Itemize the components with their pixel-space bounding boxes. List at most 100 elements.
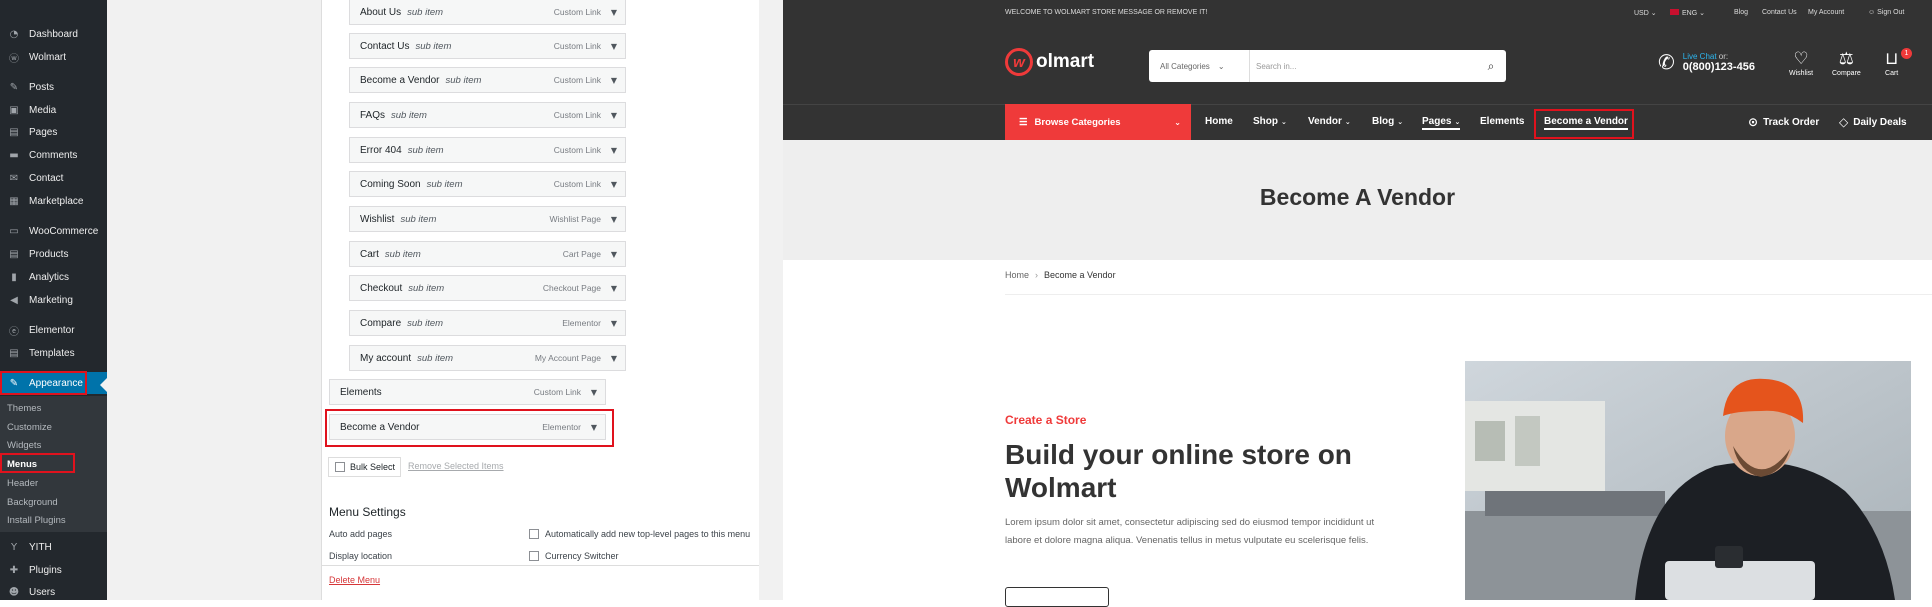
- submenu-install-plugins[interactable]: Install Plugins: [7, 515, 66, 526]
- analytics-icon: ▮: [11, 271, 17, 283]
- menu-item[interactable]: About Us sub item Custom Link ▼: [349, 0, 626, 25]
- sidebar-item-dashboard[interactable]: ◔ Dashboard: [0, 24, 107, 44]
- delete-menu-link[interactable]: Delete Menu: [329, 575, 380, 585]
- submenu-header[interactable]: Header: [7, 478, 38, 489]
- menu-item[interactable]: Coming Soon sub item Custom Link ▼: [349, 171, 626, 197]
- compare-button[interactable]: ⚖ Compare: [1832, 50, 1861, 77]
- menu-item-become-vendor[interactable]: Become a Vendor Elementor ▼: [329, 414, 606, 440]
- sidebar-item-comments[interactable]: ▬ Comments: [0, 145, 107, 165]
- chevron-down-icon[interactable]: ▼: [611, 215, 617, 224]
- nav-blog[interactable]: Blog ⌄: [1372, 116, 1403, 127]
- browse-categories-button[interactable]: ☰ Browse Categories ⌄: [1005, 104, 1191, 140]
- store-logo[interactable]: w olmart: [1005, 48, 1094, 76]
- cart-count-badge: 1: [1901, 48, 1912, 59]
- sidebar-item-elementor[interactable]: ⓔ Elementor: [0, 320, 107, 340]
- location-pin-icon: ⊙: [1748, 115, 1759, 129]
- menu-item[interactable]: FAQs sub item Custom Link ▼: [349, 102, 626, 128]
- brush-icon: ✎: [9, 377, 19, 389]
- bulk-select-checkbox[interactable]: [335, 462, 345, 472]
- topbar-contact-link[interactable]: Contact Us: [1762, 9, 1797, 16]
- wishlist-button[interactable]: ♡ Wishlist: [1789, 50, 1813, 77]
- currency-switcher-option[interactable]: Currency Switcher: [529, 551, 619, 561]
- nav-home[interactable]: Home: [1205, 116, 1233, 127]
- chevron-down-icon[interactable]: ▼: [611, 319, 617, 328]
- auto-add-checkbox[interactable]: [529, 529, 539, 539]
- auto-add-option[interactable]: Automatically add new top-level pages to…: [529, 529, 750, 539]
- currency-switcher-checkbox[interactable]: [529, 551, 539, 561]
- chevron-down-icon[interactable]: ▼: [591, 423, 597, 432]
- sidebar-item-appearance[interactable]: ✎ Appearance: [0, 372, 107, 394]
- chevron-down-icon[interactable]: ▼: [611, 354, 617, 363]
- submenu-widgets[interactable]: Widgets: [7, 440, 41, 451]
- chevron-down-icon[interactable]: ▼: [591, 388, 597, 397]
- submenu-background[interactable]: Background: [7, 497, 58, 508]
- sidebar-item-contact[interactable]: ✉ Contact: [0, 168, 107, 188]
- chevron-down-icon: ⌄: [1397, 118, 1404, 126]
- menu-item[interactable]: Wishlist sub item Wishlist Page ▼: [349, 206, 626, 232]
- topbar-account-link[interactable]: My Account: [1808, 9, 1844, 16]
- submenu-customize[interactable]: Customize: [7, 422, 52, 433]
- sidebar-item-users[interactable]: ☻ Users: [0, 582, 107, 602]
- sidebar-item-pages[interactable]: ▤ Pages: [0, 122, 107, 142]
- chevron-down-icon[interactable]: ▼: [611, 42, 617, 51]
- menu-item[interactable]: My account sub item My Account Page ▼: [349, 345, 626, 371]
- nav-become-vendor[interactable]: Become a Vendor: [1544, 116, 1628, 130]
- chevron-down-icon: ⌄: [1344, 118, 1351, 126]
- breadcrumb-current: Become a Vendor: [1044, 270, 1116, 280]
- menu-item[interactable]: Checkout sub item Checkout Page ▼: [349, 275, 626, 301]
- topbar-blog-link[interactable]: Blog: [1734, 9, 1748, 16]
- menu-item[interactable]: Become a Vendor sub item Custom Link ▼: [349, 67, 626, 93]
- menu-item[interactable]: Cart sub item Cart Page ▼: [349, 241, 626, 267]
- menu-item[interactable]: Contact Us sub item Custom Link ▼: [349, 33, 626, 59]
- sidebar-item-products[interactable]: ▤ Products: [0, 244, 107, 264]
- sidebar-item-plugins[interactable]: ✚ Plugins: [0, 560, 107, 580]
- chevron-down-icon[interactable]: ▼: [611, 111, 617, 120]
- plugin-icon: ✚: [9, 564, 19, 576]
- section-paragraph: Lorem ipsum dolor sit amet, consectetur …: [1005, 517, 1375, 546]
- menu-item[interactable]: Elements Custom Link ▼: [329, 379, 606, 405]
- cart-button[interactable]: ⊔ Cart: [1885, 50, 1898, 77]
- cta-button[interactable]: [1005, 587, 1109, 607]
- search-input[interactable]: Search in...: [1250, 62, 1476, 71]
- remove-selected-link[interactable]: Remove Selected Items: [408, 461, 504, 471]
- sidebar-item-posts[interactable]: ✎ Posts: [0, 77, 107, 97]
- menu-item[interactable]: Compare sub item Elementor ▼: [349, 310, 626, 336]
- menu-item[interactable]: Error 404 sub item Custom Link ▼: [349, 137, 626, 163]
- sidebar-item-analytics[interactable]: ▮ Analytics: [0, 267, 107, 287]
- nav-shop[interactable]: Shop ⌄: [1253, 116, 1287, 127]
- sidebar-item-yith[interactable]: Y YITH: [0, 537, 107, 557]
- nav-vendor[interactable]: Vendor ⌄: [1308, 116, 1351, 127]
- sidebar-item-woocommerce[interactable]: ▭ WooCommerce: [0, 221, 107, 241]
- submenu-themes[interactable]: Themes: [7, 403, 41, 414]
- search-bar[interactable]: All Categories ⌄ Search in... ⌕: [1149, 50, 1506, 82]
- sidebar-item-templates[interactable]: ▤ Templates: [0, 343, 107, 363]
- chevron-down-icon[interactable]: ▼: [611, 76, 617, 85]
- chevron-down-icon[interactable]: ▼: [611, 180, 617, 189]
- search-icon[interactable]: ⌕: [1476, 59, 1506, 74]
- language-select[interactable]: ENG ⌄: [1670, 9, 1705, 17]
- chevron-down-icon[interactable]: ▼: [611, 284, 617, 293]
- signout-link[interactable]: ☺ Sign Out: [1868, 9, 1904, 16]
- chevron-down-icon[interactable]: ▼: [611, 146, 617, 155]
- sidebar-item-marketplace[interactable]: ▦ Marketplace: [0, 191, 107, 211]
- divider: [1005, 294, 1932, 295]
- section-headline: Build your online store on Wolmart: [1005, 439, 1352, 503]
- heart-icon: ♡: [1793, 49, 1809, 69]
- sidebar-item-wolmart[interactable]: ⓦ Wolmart: [0, 47, 107, 67]
- submenu-menus[interactable]: Menus: [7, 459, 37, 470]
- sidebar-item-marketing[interactable]: ◀ Marketing: [0, 290, 107, 310]
- daily-deals-link[interactable]: ◇ Daily Deals: [1839, 115, 1907, 129]
- track-order-link[interactable]: ⊙ Track Order: [1748, 115, 1819, 129]
- breadcrumb-home[interactable]: Home: [1005, 270, 1029, 280]
- live-chat[interactable]: ✆ Live Chat or: 0(800)123-456: [1658, 50, 1755, 74]
- templates-icon: ▤: [9, 347, 19, 359]
- chevron-down-icon[interactable]: ▼: [611, 8, 617, 17]
- currency-select[interactable]: USD ⌄: [1634, 9, 1657, 17]
- bulk-select-button[interactable]: Bulk Select: [328, 457, 401, 477]
- comment-icon: ▬: [9, 149, 19, 161]
- chevron-down-icon[interactable]: ▼: [611, 250, 617, 259]
- nav-elements[interactable]: Elements: [1480, 116, 1524, 127]
- sidebar-item-media[interactable]: ▣ Media: [0, 100, 107, 120]
- category-select[interactable]: All Categories ⌄: [1149, 50, 1250, 82]
- nav-pages[interactable]: Pages ⌄: [1422, 116, 1461, 130]
